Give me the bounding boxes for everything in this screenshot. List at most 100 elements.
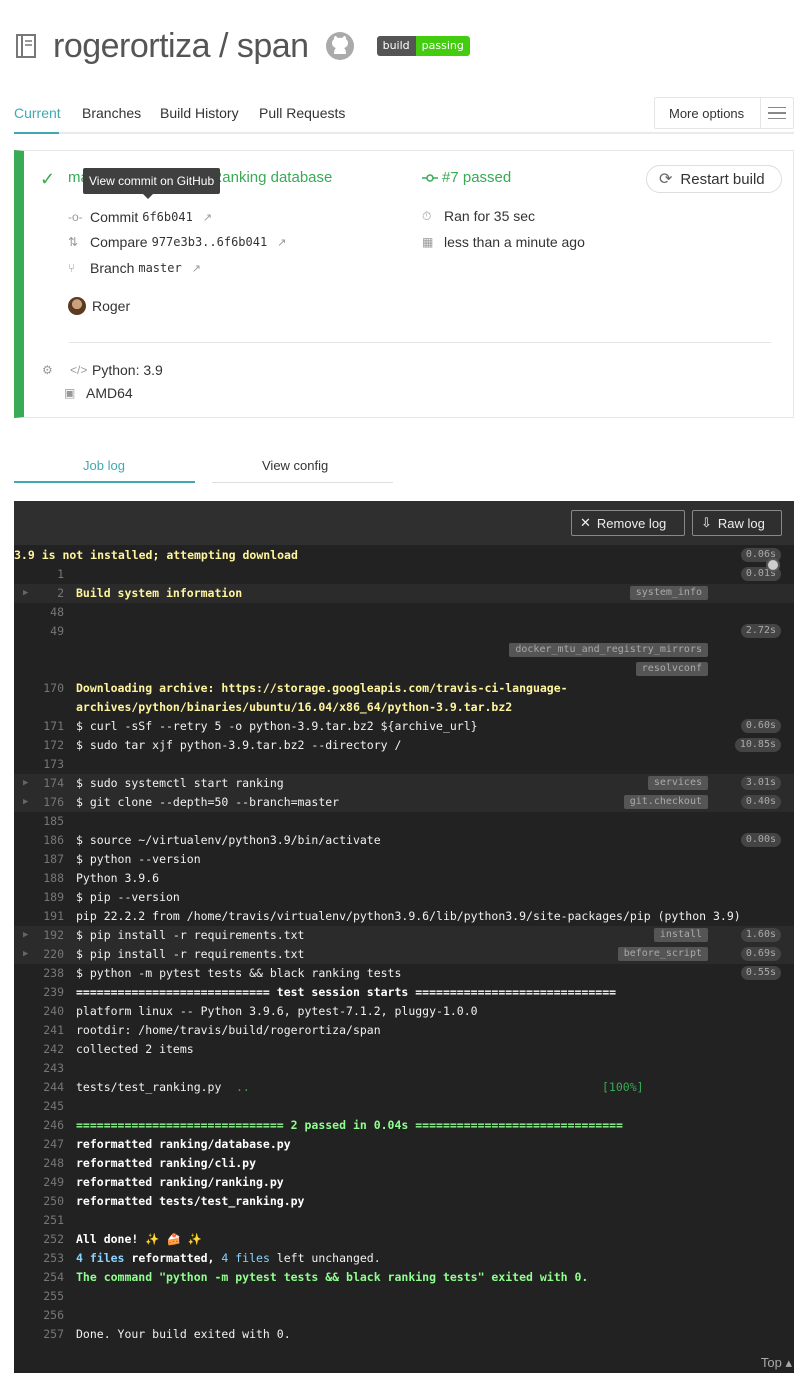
- log-line: 244 tests/test_ranking.py .. [100%]: [14, 1078, 794, 1097]
- line-number[interactable]: 251: [14, 1211, 64, 1230]
- line-number[interactable]: 191: [14, 907, 64, 926]
- duration-badge: 0.40s: [740, 795, 781, 809]
- line-number[interactable]: 48: [14, 603, 64, 622]
- raw-log-button[interactable]: ⇩ Raw log: [692, 510, 782, 536]
- commit-row[interactable]: -o- Commit 6f6b041 ↗: [68, 209, 212, 225]
- line-text: $ pip install -r requirements.txt: [76, 928, 305, 942]
- line-number[interactable]: 186: [14, 831, 64, 850]
- line-number[interactable]: 242: [14, 1040, 64, 1059]
- line-number[interactable]: 187: [14, 850, 64, 869]
- line-number[interactable]: 170: [14, 679, 64, 698]
- line-number[interactable]: 253: [14, 1249, 64, 1268]
- log-line: 254 The command "python -m pytest tests &…: [14, 1268, 794, 1287]
- tab-pull-requests[interactable]: Pull Requests: [259, 105, 345, 121]
- line-number[interactable]: 247: [14, 1135, 64, 1154]
- raw-log-icon: ⇩: [701, 515, 712, 530]
- log-line: 248 reformatted ranking/cli.py: [14, 1154, 794, 1173]
- github-icon[interactable]: [325, 30, 357, 62]
- branch-row[interactable]: ⑂ Branch master ↗: [68, 260, 201, 276]
- log-line[interactable]: ▶ 174 $ sudo systemctl start ranking servic…: [14, 774, 794, 793]
- line-number[interactable]: 248: [14, 1154, 64, 1173]
- line-number[interactable]: 171: [14, 717, 64, 736]
- log-line: 191 pip 22.2.2 from /home/travis/virtuale…: [14, 907, 794, 926]
- tab-job-log[interactable]: Job log: [83, 458, 125, 473]
- line-number[interactable]: 252: [14, 1230, 64, 1249]
- line-number[interactable]: 220: [14, 945, 64, 964]
- line-number[interactable]: 257: [14, 1325, 64, 1344]
- line-number[interactable]: 2: [14, 584, 64, 603]
- arch-text: AMD64: [86, 385, 133, 401]
- line-text: ============================== 2 passed …: [76, 1118, 623, 1132]
- line-number[interactable]: 189: [14, 888, 64, 907]
- stage-tag: install: [653, 928, 708, 942]
- line-number[interactable]: 172: [14, 736, 64, 755]
- restart-build-button[interactable]: ⟳ Restart build: [646, 165, 782, 193]
- log-line: resolvconf: [14, 660, 794, 679]
- log-line[interactable]: ▶ 176 $ git clone --depth=50 --branch=mast…: [14, 793, 794, 812]
- line-text: $ python -m pytest tests && black rankin…: [76, 966, 402, 980]
- line-number[interactable]: 49: [14, 622, 64, 641]
- log-line[interactable]: ▶ 192 $ pip install -r requirements.txt ins…: [14, 926, 794, 945]
- line-text: platform linux -- Python 3.9.6, pytest-7…: [76, 1004, 478, 1018]
- compare-row[interactable]: ⇅ Compare 977e3b3..6f6b041 ↗: [68, 234, 286, 250]
- line-number[interactable]: 176: [14, 793, 64, 812]
- log-line: 1 0.01s: [14, 565, 794, 584]
- line-number[interactable]: 250: [14, 1192, 64, 1211]
- author-name: Roger: [92, 298, 131, 314]
- line-text: ============================ test sessio…: [76, 985, 617, 999]
- line-number[interactable]: 249: [14, 1173, 64, 1192]
- line-number[interactable]: 246: [14, 1116, 64, 1135]
- job-tabs: Job log View config: [14, 450, 394, 484]
- tab-build-history[interactable]: Build History: [160, 105, 239, 121]
- tab-current[interactable]: Current: [14, 105, 61, 121]
- divider: [69, 342, 771, 343]
- line-text: Build system information: [76, 586, 243, 600]
- line-number[interactable]: 173: [14, 755, 64, 774]
- log-line: 189 $ pip --version: [14, 888, 794, 907]
- log-line: 185: [14, 812, 794, 831]
- log-line[interactable]: ▶ 2 Build system information system_info: [14, 584, 794, 603]
- more-options-button[interactable]: More options: [654, 97, 794, 129]
- line-number[interactable]: 185: [14, 812, 64, 831]
- log-line: archives/python/binaries/ubuntu/16.04/x8…: [14, 698, 794, 717]
- tab-view-config[interactable]: View config: [262, 458, 328, 473]
- log-line: 239 ============================ test ses…: [14, 983, 794, 1002]
- line-number[interactable]: 238: [14, 964, 64, 983]
- remove-log-button[interactable]: ✕ Remove log: [571, 510, 685, 536]
- log-line: 170 Downloading archive: https://storage.…: [14, 679, 794, 698]
- linux-icon: ⚙: [42, 363, 53, 377]
- line-text: rootdir: /home/travis/build/rogerortiza/…: [76, 1023, 381, 1037]
- line-number[interactable]: 245: [14, 1097, 64, 1116]
- commit-node-icon: [422, 173, 438, 182]
- line-number[interactable]: 256: [14, 1306, 64, 1325]
- line-number[interactable]: 240: [14, 1002, 64, 1021]
- stage-tag: services: [647, 776, 708, 790]
- line-number[interactable]: 254: [14, 1268, 64, 1287]
- log-line: 243: [14, 1059, 794, 1078]
- log-line[interactable]: ▶ 220 $ pip install -r requirements.txt bef…: [14, 945, 794, 964]
- job-tab-divider: [212, 482, 393, 483]
- branch-name: master: [138, 261, 182, 275]
- line-number[interactable]: 244: [14, 1078, 64, 1097]
- build-status-badge[interactable]: build passing: [376, 36, 470, 56]
- tab-branches[interactable]: Branches: [82, 105, 141, 121]
- job-log-panel: ✕ Remove log ⇩ Raw log 3.9 is not instal…: [14, 501, 794, 1373]
- line-number[interactable]: 174: [14, 774, 64, 793]
- line-number[interactable]: 1: [14, 565, 64, 584]
- repo-title[interactable]: rogerortiza / span: [53, 27, 309, 66]
- stage-tag: resolvconf: [635, 662, 708, 676]
- line-number[interactable]: 255: [14, 1287, 64, 1306]
- line-number[interactable]: 192: [14, 926, 64, 945]
- refresh-icon: ⟳: [659, 171, 673, 188]
- line-number[interactable]: 239: [14, 983, 64, 1002]
- badge-label: build: [376, 36, 416, 56]
- duration-badge: 0.55s: [740, 966, 781, 980]
- line-number[interactable]: 243: [14, 1059, 64, 1078]
- line-number[interactable]: 241: [14, 1021, 64, 1040]
- build-number-status[interactable]: #7 passed: [422, 169, 511, 186]
- scroll-top-link[interactable]: Top ▴: [761, 1355, 792, 1371]
- log-line: docker_mtu_and_registry_mirrors: [14, 641, 794, 660]
- line-number[interactable]: 188: [14, 869, 64, 888]
- log-line: 242 collected 2 items: [14, 1040, 794, 1059]
- log-scroll-indicator[interactable]: [766, 558, 780, 572]
